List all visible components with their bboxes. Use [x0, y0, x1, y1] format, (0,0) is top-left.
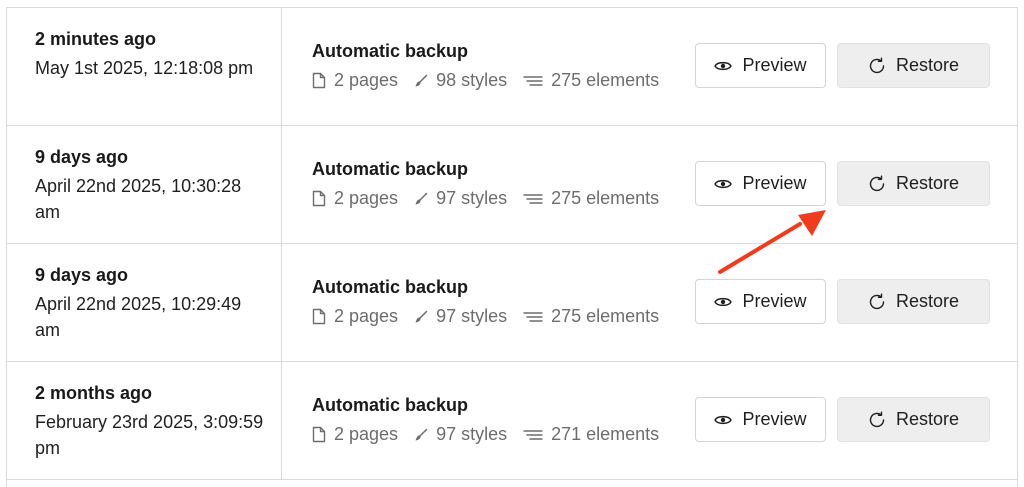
- pages-stat: 2 pages: [312, 306, 398, 327]
- timestamp: February 23rd 2025, 3:09:59 pm: [35, 412, 264, 458]
- stack-lines-icon: [523, 311, 543, 322]
- backup-meta: 2 pages 97 styles 275 elements: [312, 188, 659, 209]
- brush-icon: [415, 192, 428, 204]
- backup-meta: 2 pages 97 styles 271 elements: [312, 424, 659, 445]
- brush-icon: [415, 310, 428, 322]
- page-icon: [312, 426, 326, 443]
- stack-lines-icon: [523, 75, 543, 86]
- page-icon: [312, 72, 326, 89]
- pages-stat: 2 pages: [312, 424, 398, 445]
- stack-lines-icon: [523, 429, 543, 440]
- timestamp: May 1st 2025, 12:18:08 pm: [35, 58, 254, 78]
- preview-button[interactable]: Preview: [695, 161, 826, 206]
- backup-time: 9 days ago April 22nd 2025, 10:30:28 am: [35, 146, 265, 225]
- pages-stat: 2 pages: [312, 70, 398, 91]
- stack-lines-icon: [523, 193, 543, 204]
- brush-icon: [415, 74, 428, 86]
- styles-stat: 97 styles: [414, 188, 507, 209]
- restore-icon: [869, 293, 885, 309]
- restore-icon: [869, 175, 885, 191]
- backup-info: Automatic backup 2 pages 97 styles 275 e…: [312, 158, 659, 209]
- restore-button[interactable]: Restore: [837, 43, 990, 88]
- backup-meta: 2 pages 98 styles 275 elements: [312, 70, 659, 91]
- backup-title: Automatic backup: [312, 41, 469, 61]
- backup-time: 2 months ago February 23rd 2025, 3:09:59…: [35, 382, 265, 461]
- elements-stat: 271 elements: [523, 424, 659, 445]
- relative-time: 2 minutes ago: [35, 29, 157, 49]
- backup-info: Automatic backup 2 pages 97 styles 271 e…: [312, 394, 659, 445]
- backups-table: 2 minutes ago May 1st 2025, 12:18:08 pm …: [6, 7, 1018, 487]
- backup-row: 9 days ago April 22nd 2025, 10:30:28 am …: [7, 125, 1017, 244]
- relative-time: 9 days ago: [35, 147, 129, 167]
- restore-button[interactable]: Restore: [837, 397, 990, 442]
- timestamp: April 22nd 2025, 10:30:28 am: [35, 176, 242, 222]
- backup-title: Automatic backup: [312, 159, 469, 179]
- restore-button[interactable]: Restore: [837, 161, 990, 206]
- backup-meta: 2 pages 97 styles 275 elements: [312, 306, 659, 327]
- backup-info: Automatic backup 2 pages 98 styles 275 e…: [312, 40, 659, 91]
- column-divider: [281, 243, 282, 362]
- styles-stat: 97 styles: [414, 424, 507, 445]
- backup-title: Automatic backup: [312, 277, 469, 297]
- preview-button[interactable]: Preview: [695, 397, 826, 442]
- backup-time: 2 minutes ago May 1st 2025, 12:18:08 pm: [35, 28, 265, 81]
- preview-button[interactable]: Preview: [695, 43, 826, 88]
- eye-icon: [714, 179, 733, 188]
- styles-stat: 98 styles: [414, 70, 507, 91]
- page-icon: [312, 308, 326, 325]
- backup-row: 9 days ago April 22nd 2025, 10:29:49 am …: [7, 243, 1017, 362]
- backup-info: Automatic backup 2 pages 97 styles 275 e…: [312, 276, 659, 327]
- eye-icon: [714, 61, 733, 70]
- elements-stat: 275 elements: [523, 306, 659, 327]
- restore-icon: [869, 411, 885, 427]
- backup-row: 2 minutes ago May 1st 2025, 12:18:08 pm …: [7, 7, 1017, 126]
- eye-icon: [714, 415, 733, 424]
- restore-icon: [869, 57, 885, 73]
- backup-row: 2 months ago February 23rd 2025, 3:09:59…: [7, 361, 1017, 480]
- pages-stat: 2 pages: [312, 188, 398, 209]
- column-divider: [281, 361, 282, 480]
- timestamp: April 22nd 2025, 10:29:49 am: [35, 294, 242, 340]
- elements-stat: 275 elements: [523, 70, 659, 91]
- restore-button[interactable]: Restore: [837, 279, 990, 324]
- eye-icon: [714, 297, 733, 306]
- elements-stat: 275 elements: [523, 188, 659, 209]
- styles-stat: 97 styles: [414, 306, 507, 327]
- preview-button[interactable]: Preview: [695, 279, 826, 324]
- page-icon: [312, 190, 326, 207]
- relative-time: 2 months ago: [35, 383, 153, 403]
- relative-time: 9 days ago: [35, 265, 129, 285]
- brush-icon: [415, 428, 428, 440]
- backup-time: 9 days ago April 22nd 2025, 10:29:49 am: [35, 264, 265, 343]
- column-divider: [281, 7, 282, 126]
- column-divider: [281, 125, 282, 244]
- backup-title: Automatic backup: [312, 395, 469, 415]
